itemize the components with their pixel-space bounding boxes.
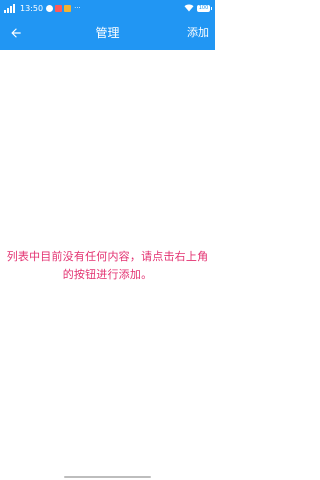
more-notifications-icon: ··· <box>74 4 81 12</box>
empty-list-area: 列表中目前没有任何内容，请点击右上角的按钮进行添加。 <box>0 50 215 480</box>
home-indicator[interactable] <box>64 476 151 478</box>
app-bar: 管理 添加 <box>0 16 215 50</box>
status-bar: 13:50 ··· 100 <box>0 0 215 16</box>
battery-icon: 100 <box>197 4 212 12</box>
app-notification-icon <box>64 4 72 12</box>
app-notification-icon <box>55 4 63 12</box>
wifi-icon <box>184 4 194 12</box>
add-button[interactable]: 添加 <box>187 16 209 50</box>
page-title: 管理 <box>95 26 120 40</box>
empty-state-message: 列表中目前没有任何内容，请点击右上角的按钮进行添加。 <box>6 250 209 281</box>
signal-icon <box>4 3 18 13</box>
help-icon <box>46 4 54 12</box>
status-time: 13:50 <box>20 3 44 13</box>
battery-level: 100 <box>198 4 209 11</box>
